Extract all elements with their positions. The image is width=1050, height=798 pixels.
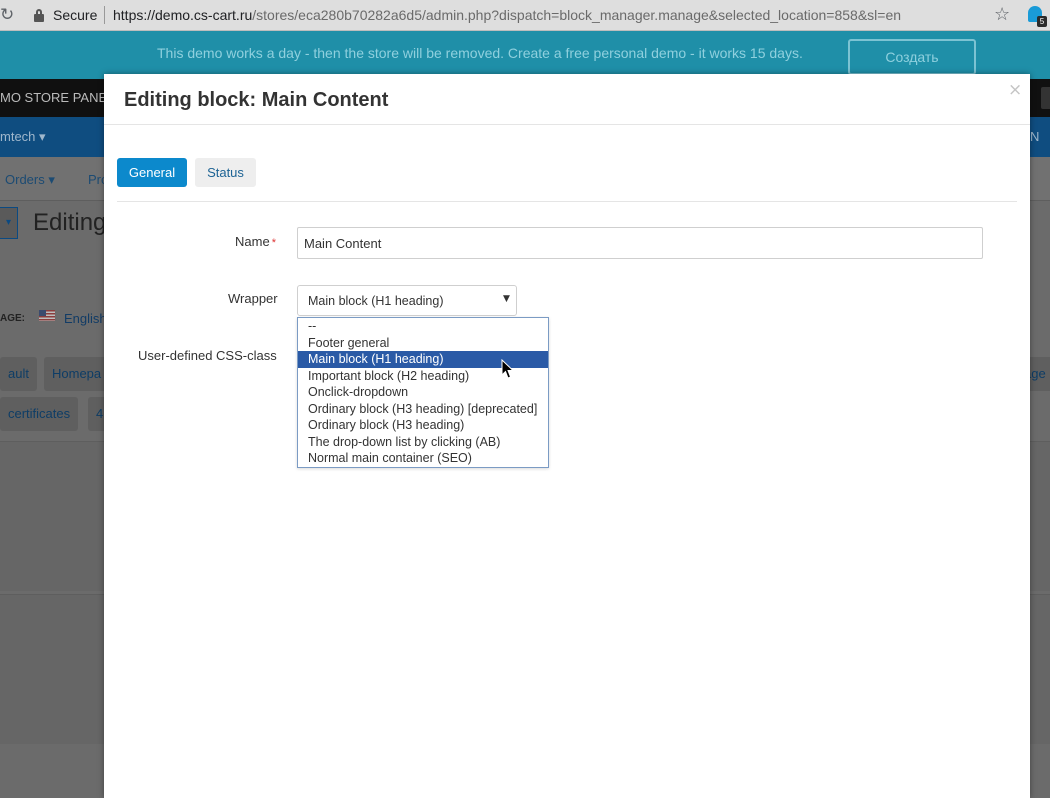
demo-notice-text: This demo works a day - then the store w…: [157, 45, 803, 61]
us-flag-icon: [39, 310, 55, 321]
close-icon[interactable]: ×: [1008, 80, 1022, 100]
extension-badge: 5: [1037, 16, 1047, 27]
browser-toolbar: ↻ Secure https://demo.cs-cart.ru/stores/…: [0, 0, 1050, 31]
vendor-switcher[interactable]: mtech ▾: [0, 129, 46, 145]
page-title: Editing: [33, 209, 107, 236]
address-bar[interactable]: https://demo.cs-cart.ru/stores/eca280b70…: [113, 7, 901, 23]
required-marker: *: [271, 237, 276, 249]
wrapper-option[interactable]: The drop-down list by clicking (AB): [298, 434, 548, 451]
layout-certificates-tab[interactable]: certificates: [0, 397, 79, 431]
wrapper-option[interactable]: --: [298, 318, 548, 335]
wrapper-option[interactable]: Ordinary block (H3 heading): [298, 417, 548, 434]
wrapper-options-list: -- Footer general Main block (H1 heading…: [297, 317, 549, 468]
bookmark-star-icon[interactable]: ☆: [994, 4, 1010, 25]
wrapper-option[interactable]: Onclick-dropdown: [298, 384, 548, 401]
lock-icon: [34, 9, 44, 22]
tab-status[interactable]: Status: [195, 158, 256, 187]
chevron-down-icon: ▼: [503, 294, 510, 304]
menu-orders[interactable]: Orders ▾: [5, 172, 55, 188]
address-divider: [104, 6, 105, 24]
reload-icon[interactable]: ↻: [0, 6, 16, 24]
demo-notice-bar: This demo works a day - then the store w…: [0, 31, 1050, 79]
layout-homepage-tab[interactable]: Homepa: [44, 357, 110, 391]
language-switcher[interactable]: N: [1030, 129, 1039, 144]
layout-default-tab[interactable]: ault: [0, 357, 37, 391]
tabs-divider: [117, 201, 1017, 202]
wrapper-option[interactable]: Ordinary block (H3 heading) [deprecated]: [298, 401, 548, 418]
extension-icon[interactable]: 5: [1028, 6, 1047, 27]
language-label: AGE:: [0, 313, 25, 324]
create-demo-button[interactable]: Создать: [848, 39, 976, 75]
tab-general[interactable]: General: [117, 158, 187, 187]
chevron-down-icon[interactable]: ▾: [0, 207, 18, 239]
wrapper-selected-value: Main block (H1 heading): [308, 294, 444, 308]
url-host: https://demo.cs-cart.ru: [113, 7, 253, 23]
mouse-cursor-icon: [501, 359, 515, 379]
css-class-label: User-defined CSS-class: [138, 348, 277, 363]
dialog-header: Editing block: Main Content ×: [104, 74, 1030, 125]
wrapper-label: Wrapper: [228, 291, 278, 306]
dialog-title: Editing block: Main Content: [124, 89, 389, 111]
url-path: /stores/eca280b70282a6d5/admin.php?dispa…: [252, 7, 902, 23]
wrapper-option[interactable]: Normal main container (SEO): [298, 450, 548, 467]
top-bar-button[interactable]: [1041, 87, 1050, 109]
wrapper-select[interactable]: Main block (H1 heading) ▼: [297, 285, 517, 316]
name-input[interactable]: [297, 227, 983, 259]
edit-block-dialog: Editing block: Main Content × General St…: [104, 74, 1030, 798]
store-panel-label: MO STORE PANE: [0, 90, 108, 105]
name-label: Name *: [235, 234, 276, 249]
wrapper-option[interactable]: Footer general: [298, 335, 548, 352]
secure-label[interactable]: Secure: [53, 7, 97, 23]
language-value[interactable]: English: [64, 311, 107, 326]
